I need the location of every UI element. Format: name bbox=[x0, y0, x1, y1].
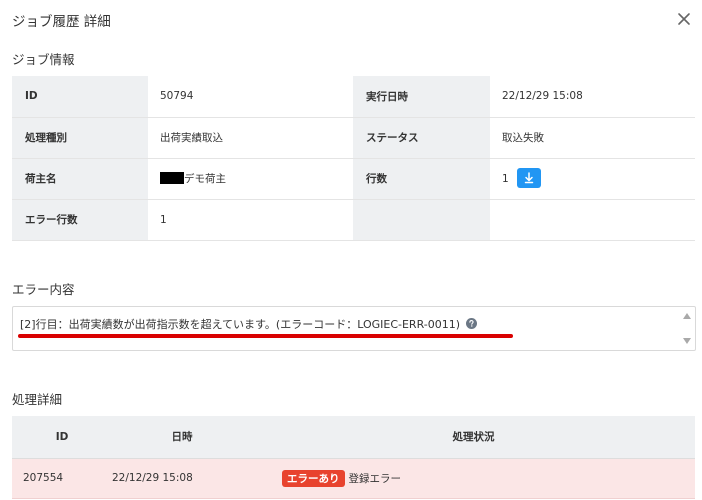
table-row[interactable]: 207554 22/12/29 15:08 エラーあり 登録エラー bbox=[12, 458, 695, 499]
job-info-row: 処理種別 出荷実績取込 ステータス 取込失敗 bbox=[12, 117, 695, 159]
close-button[interactable] bbox=[674, 9, 694, 29]
highlight-underline bbox=[18, 334, 513, 338]
detail-status-cell: エラーあり 登録エラー bbox=[252, 458, 695, 499]
shipper-name-label: 荷主名 bbox=[12, 158, 148, 200]
detail-id: 207554 bbox=[12, 458, 112, 499]
error-message-text: [2]行目：出荷実績数が出荷指示数を超えています。(エラーコード：LOGIEC-… bbox=[20, 318, 461, 331]
error-lines-value: 1 bbox=[148, 199, 353, 241]
line-count-label: 行数 bbox=[353, 158, 490, 200]
error-lines-label: エラー行数 bbox=[12, 199, 148, 241]
shipper-name-value: デモ荷主 bbox=[184, 173, 226, 185]
download-button[interactable] bbox=[516, 167, 541, 188]
line-count-cell: 1 bbox=[490, 158, 695, 200]
status-value: 取込失敗 bbox=[490, 117, 695, 159]
process-detail-table: ID 日時 処理状況 207554 22/12/29 15:08 エラーあり 登録… bbox=[12, 416, 695, 499]
job-id-label: ID bbox=[12, 76, 148, 118]
redaction-block bbox=[160, 172, 184, 184]
status-label: ステータス bbox=[353, 117, 490, 159]
download-icon bbox=[524, 171, 533, 183]
empty-label-cell bbox=[353, 199, 490, 241]
error-message: [2]行目：出荷実績数が出荷指示数を超えています。(エラーコード：LOGIEC-… bbox=[20, 316, 478, 332]
executed-at-value: 22/12/29 15:08 bbox=[490, 76, 695, 118]
process-type-label: 処理種別 bbox=[12, 117, 148, 159]
error-content-title: エラー内容 bbox=[12, 282, 75, 297]
executed-at-label: 実行日時 bbox=[353, 76, 490, 118]
detail-date: 22/12/29 15:08 bbox=[112, 458, 252, 499]
error-content-textarea[interactable]: [2]行目：出荷実績数が出荷指示数を超えています。(エラーコード：LOGIEC-… bbox=[12, 306, 696, 351]
job-info-title: ジョブ情報 bbox=[12, 52, 75, 67]
process-type-value: 出荷実績取込 bbox=[148, 117, 353, 159]
job-info-row: 荷主名 デモ荷主 行数 1 bbox=[12, 158, 695, 200]
column-header-id: ID bbox=[12, 416, 112, 459]
dialog-title: ジョブ履歴 詳細 bbox=[12, 14, 111, 30]
job-info-table: ID 50794 実行日時 22/12/29 15:08 処理種別 出荷実績取込… bbox=[12, 76, 695, 241]
shipper-name-cell: デモ荷主 bbox=[148, 158, 353, 200]
column-header-status: 処理状況 bbox=[252, 416, 695, 459]
error-badge: エラーあり bbox=[282, 469, 345, 487]
dialog-header: ジョブ履歴 詳細 bbox=[0, 0, 702, 40]
column-header-date: 日時 bbox=[112, 416, 252, 459]
table-header-row: ID 日時 処理状況 bbox=[12, 416, 695, 459]
job-id-value: 50794 bbox=[148, 76, 353, 118]
empty-value-cell bbox=[490, 199, 695, 241]
job-info-row: エラー行数 1 bbox=[12, 199, 695, 241]
detail-status-text: 登録エラー bbox=[348, 472, 402, 485]
close-icon bbox=[678, 13, 690, 25]
scroll-down-arrow[interactable] bbox=[683, 338, 691, 344]
line-count-value: 1 bbox=[502, 172, 509, 185]
process-detail-title: 処理詳細 bbox=[12, 392, 63, 407]
job-info-row: ID 50794 実行日時 22/12/29 15:08 bbox=[12, 76, 695, 118]
help-icon[interactable] bbox=[466, 318, 478, 329]
scroll-up-arrow[interactable] bbox=[683, 313, 691, 319]
